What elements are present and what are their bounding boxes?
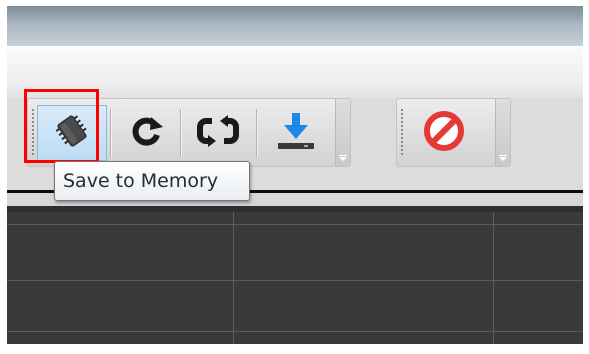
download-button[interactable] [262, 105, 330, 161]
grid-row-divider [7, 224, 583, 225]
chevron-down-icon [339, 155, 347, 161]
sync-icon [196, 113, 240, 153]
toolbar-separator [110, 109, 111, 157]
save-to-memory-tooltip: Save to Memory [54, 161, 250, 201]
download-icon [274, 111, 318, 155]
toolbar-group-stop [396, 98, 511, 167]
stop-button[interactable] [409, 105, 479, 161]
toolbar-overflow-dropdown[interactable] [495, 99, 510, 166]
toolbar-separator [256, 109, 257, 157]
grid-column-divider [233, 212, 234, 344]
selection-highlight [24, 89, 99, 163]
data-grid[interactable] [7, 206, 583, 344]
grid-row-divider [7, 280, 583, 281]
toolbar-overflow-dropdown[interactable] [335, 99, 350, 166]
sync-button[interactable] [184, 105, 252, 161]
stop-icon [423, 110, 465, 156]
title-bar [7, 6, 583, 46]
refresh-icon [129, 113, 165, 153]
toolbar-grip[interactable] [401, 109, 403, 155]
refresh-button[interactable] [116, 105, 178, 161]
grid-row-divider [7, 331, 583, 332]
chevron-down-icon [499, 155, 507, 161]
grid-column-divider [493, 212, 494, 344]
toolbar-separator [180, 109, 181, 157]
